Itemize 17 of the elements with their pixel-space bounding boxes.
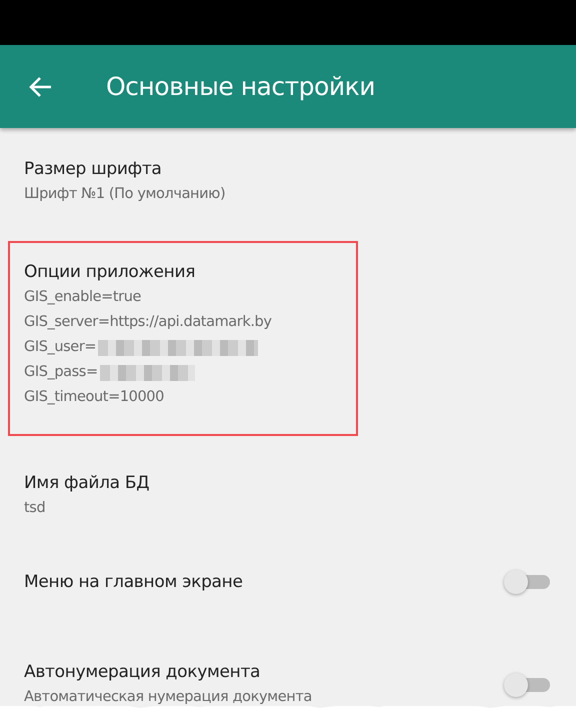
setting-summary: Автоматическая нумерация документа <box>24 688 312 707</box>
toggle-switch[interactable] <box>504 672 552 698</box>
setting-summary: GIS_pass= <box>24 363 98 382</box>
setting-title: Имя файла БД <box>24 472 150 495</box>
setting-summary: Шрифт №1 (По умолчанию) <box>24 185 226 204</box>
setting-title: Автонумерация документа <box>24 661 260 684</box>
setting-title: Размер шрифта <box>24 158 162 181</box>
setting-title: Меню на главном экране <box>24 571 243 594</box>
setting-summary: GIS_enable=true <box>24 288 142 307</box>
setting-summary: GIS_timeout=10000 <box>24 388 164 407</box>
back-icon[interactable] <box>29 74 53 98</box>
setting-summary: GIS_server=https://api.datamark.by <box>24 313 272 332</box>
setting-summary: GIS_user= <box>24 338 96 357</box>
setting-summary: tsd <box>24 499 46 518</box>
screen-title: Основные настройки <box>106 72 375 101</box>
setting-title: Опции приложения <box>24 261 196 284</box>
toggle-switch[interactable] <box>504 569 552 595</box>
